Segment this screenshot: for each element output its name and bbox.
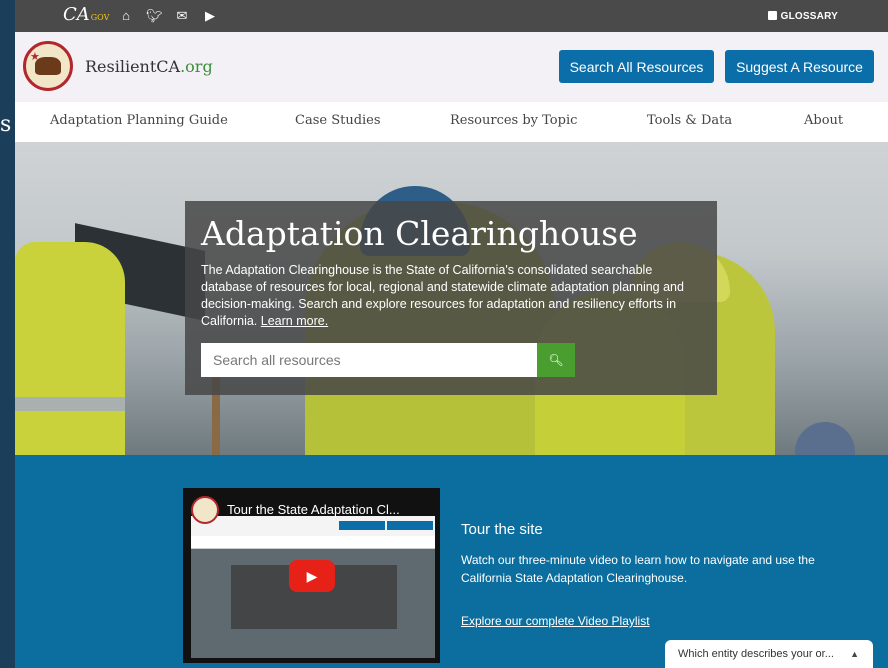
learn-more-link[interactable]: Learn more. (261, 314, 328, 328)
chevron-up-icon[interactable]: ▲ (850, 649, 859, 659)
hero-photo-worker (15, 242, 125, 455)
background-partial-glyph: s (0, 112, 12, 137)
nav-item-tools-data[interactable]: Tools & Data (647, 113, 732, 128)
tour-description: Watch our three-minute video to learn ho… (461, 553, 815, 585)
channel-avatar[interactable] (191, 496, 219, 524)
glossary-link[interactable]: GLOSSARY (767, 11, 838, 22)
survey-label: Which entity describes your or... (678, 648, 834, 660)
nav-item-resources-by-topic[interactable]: Resources by Topic (450, 113, 577, 128)
hero-photo-worker (795, 422, 855, 455)
site-header: ★ ResilientCA.org Search All Resources S… (15, 32, 888, 102)
nav-item-case-studies[interactable]: Case Studies (295, 113, 381, 128)
tour-video-embed[interactable]: Tour the State Adaptation Cl... ▶ (183, 488, 440, 663)
search-all-resources-button[interactable]: Search All Resources (559, 50, 714, 83)
video-thumbnail-button (339, 521, 385, 530)
hero-overlay-panel: Adaptation Clearinghouse The Adaptation … (185, 201, 717, 395)
email-icon[interactable]: ✉ (174, 8, 190, 24)
hero-section: Adaptation Clearinghouse The Adaptation … (15, 142, 888, 455)
ca-gov-logo[interactable]: CAGOV (63, 4, 109, 25)
top-bar: CAGOV ⌂ 🐦︎ ✉ ▶ GLOSSARY (15, 0, 888, 32)
opr-seal-logo[interactable]: ★ (23, 41, 73, 91)
twitter-icon[interactable]: 🐦︎ (146, 8, 163, 24)
video-thumbnail-header (191, 516, 435, 536)
suggest-resource-button[interactable]: Suggest A Resource (725, 50, 874, 83)
video-thumbnail-button (387, 521, 433, 530)
search-button[interactable]: 🔍︎ (537, 343, 575, 377)
nav-item-about[interactable]: About (804, 113, 843, 128)
search-icon: 🔍︎ (548, 353, 564, 367)
page-title: Adaptation Clearinghouse (201, 214, 638, 253)
book-icon (767, 11, 777, 20)
survey-widget[interactable]: Which entity describes your or... ▲ (665, 640, 873, 668)
home-icon[interactable]: ⌂ (118, 8, 134, 24)
bear-icon (35, 57, 61, 75)
video-title[interactable]: Tour the State Adaptation Cl... (227, 502, 400, 517)
hero-description: The Adaptation Clearinghouse is the Stat… (201, 263, 684, 328)
main-nav: Adaptation Planning Guide Case Studies R… (15, 102, 888, 142)
nav-item-adaptation-planning-guide[interactable]: Adaptation Planning Guide (50, 113, 228, 128)
tour-title: Tour the site (461, 521, 543, 538)
youtube-icon[interactable]: ▶ (202, 8, 218, 24)
play-icon[interactable]: ▶ (289, 560, 335, 592)
social-icons: ⌂ 🐦︎ ✉ ▶ (118, 8, 218, 24)
video-playlist-link[interactable]: Explore our complete Video Playlist (461, 614, 650, 628)
brand-name[interactable]: ResilientCA.org (85, 57, 213, 76)
browser-frame: CAGOV ⌂ 🐦︎ ✉ ▶ GLOSSARY ★ ResilientCA.or… (15, 0, 888, 668)
video-thumbnail-nav (191, 536, 435, 549)
search-input[interactable] (201, 343, 537, 377)
hero-photo-reflective-stripe (15, 397, 125, 411)
